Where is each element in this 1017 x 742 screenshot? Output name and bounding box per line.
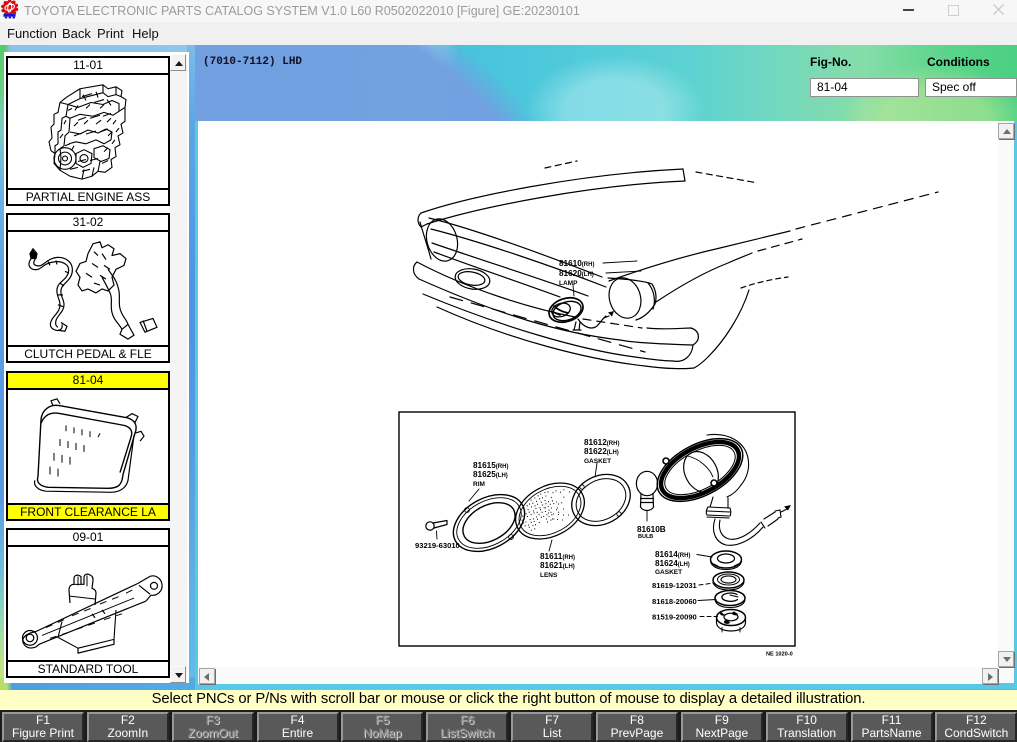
svg-text:93219-63010: 93219-63010: [415, 541, 460, 550]
svg-text:RIM: RIM: [473, 481, 485, 488]
svg-text:81620(LH): 81620(LH): [559, 269, 594, 278]
svg-text:GASKET: GASKET: [584, 458, 611, 465]
svg-text:81625(LH): 81625(LH): [473, 470, 508, 479]
svg-text:81621(LH): 81621(LH): [540, 561, 575, 570]
svg-text:81612(RH): 81612(RH): [584, 438, 619, 447]
svg-text:81611(RH): 81611(RH): [540, 552, 575, 561]
svg-text:81610B: 81610B: [637, 525, 666, 534]
svg-text:NE 1020-0: NE 1020-0: [766, 652, 793, 658]
svg-text:81622(LH): 81622(LH): [584, 447, 619, 456]
svg-text:81624(LH): 81624(LH): [655, 559, 690, 568]
svg-text:81618-20060: 81618-20060: [652, 597, 697, 606]
svg-text:81610(RH): 81610(RH): [559, 259, 594, 268]
svg-text:81614(RH): 81614(RH): [655, 550, 690, 559]
svg-text:81615(RH): 81615(RH): [473, 461, 508, 470]
svg-text:LAMP: LAMP: [559, 280, 578, 287]
svg-text:GASKET: GASKET: [655, 569, 682, 576]
svg-text:LENS: LENS: [540, 572, 558, 579]
svg-text:81619-12031: 81619-12031: [652, 581, 698, 590]
svg-text:81519-20090: 81519-20090: [652, 613, 697, 622]
svg-text:BULB: BULB: [638, 534, 653, 540]
